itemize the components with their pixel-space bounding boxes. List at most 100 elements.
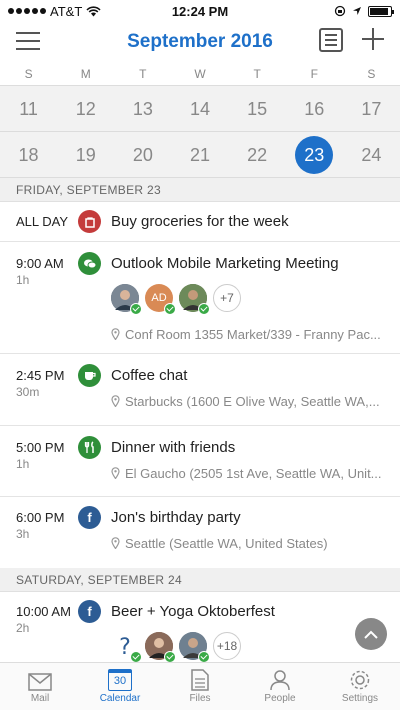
- weekday-header: S M T W T F S: [0, 62, 400, 86]
- day-cell[interactable]: 19: [57, 132, 114, 177]
- fork-knife-icon: [78, 436, 101, 459]
- chat-bubbles-icon: [78, 252, 101, 275]
- tab-label: Calendar: [99, 693, 141, 704]
- add-event-icon[interactable]: [360, 26, 386, 52]
- event-duration: 1h: [16, 457, 30, 471]
- day-cell[interactable]: 17: [343, 86, 400, 131]
- attendee-avatar[interactable]: ?: [111, 632, 142, 662]
- day-cell[interactable]: 20: [114, 132, 171, 177]
- tab-label: Files: [189, 693, 211, 704]
- tab-label: People: [264, 693, 296, 704]
- tab-files[interactable]: Files: [160, 663, 240, 710]
- rotation-lock-icon: [334, 5, 346, 17]
- tab-label: Settings: [341, 693, 379, 704]
- calendar-header: September 2016: [0, 22, 400, 62]
- weekday-label: S: [24, 67, 33, 81]
- selected-day-cell[interactable]: 23: [286, 132, 343, 177]
- more-attendees-badge[interactable]: +18: [213, 632, 241, 660]
- hamburger-menu-icon[interactable]: [16, 32, 40, 50]
- day-cell[interactable]: 14: [171, 86, 228, 131]
- attendee-list: AD +7: [111, 284, 241, 315]
- selected-day-label: 23: [295, 136, 334, 174]
- event-time: 2:45 PM: [16, 368, 65, 383]
- accepted-check-icon: [198, 651, 210, 662]
- day-cell[interactable]: 21: [171, 132, 228, 177]
- weekday-label: T: [253, 67, 261, 81]
- event-duration: 1h: [16, 273, 30, 287]
- agenda-event[interactable]: 2:45 PM 30m Coffee chat Starbucks (1600 …: [0, 354, 400, 426]
- event-location: El Gaucho (2505 1st Ave, Seattle WA, Uni…: [111, 466, 386, 481]
- battery-icon: [368, 5, 394, 17]
- wifi-icon: [86, 5, 101, 16]
- event-location-text: Conf Room 1355 Market/339 - Franny Pac..…: [125, 327, 381, 342]
- accepted-check-icon: [198, 303, 210, 315]
- tab-calendar[interactable]: 30 Calendar: [80, 663, 160, 710]
- weekday-label: W: [194, 67, 206, 81]
- facebook-icon: f: [78, 600, 101, 623]
- attendee-avatar[interactable]: AD: [145, 284, 176, 315]
- agenda-list[interactable]: FRIDAY, SEPTEMBER 23 ALL DAY Buy groceri…: [0, 178, 400, 662]
- day-cell[interactable]: 15: [229, 86, 286, 131]
- weekday-label: T: [139, 67, 147, 81]
- gear-icon: [320, 663, 400, 691]
- event-duration: 2h: [16, 621, 30, 635]
- tab-people[interactable]: People: [240, 663, 320, 710]
- agenda-event[interactable]: ALL DAY Buy groceries for the week: [0, 202, 400, 242]
- attendee-list: ? +18: [111, 632, 241, 662]
- person-icon: [240, 663, 320, 691]
- weekday-label: S: [367, 67, 376, 81]
- location-pin-icon: [111, 328, 120, 340]
- bag-icon: [78, 210, 101, 233]
- chevron-up-icon: [364, 630, 378, 639]
- tab-mail[interactable]: Mail: [0, 663, 80, 710]
- event-location: Seattle (Seattle WA, United States): [111, 536, 386, 551]
- file-icon: [160, 663, 240, 691]
- agenda-event[interactable]: 9:00 AM 1h Outlook Mobile Marketing Meet…: [0, 242, 400, 354]
- day-cell[interactable]: 12: [57, 86, 114, 131]
- attendee-avatar[interactable]: [179, 632, 210, 662]
- day-cell[interactable]: 16: [286, 86, 343, 131]
- event-time: 5:00 PM: [16, 440, 65, 455]
- day-cell[interactable]: 18: [0, 132, 57, 177]
- list-view-icon[interactable]: [319, 28, 343, 52]
- carrier-label: AT&T: [50, 3, 83, 19]
- event-time: 10:00 AM: [16, 604, 71, 619]
- status-right: [334, 5, 394, 17]
- agenda-event[interactable]: 6:00 PM 3h f Jon's birthday party Seattl…: [0, 497, 400, 568]
- event-location-text: Starbucks (1600 E Olive Way, Seattle WA,…: [125, 394, 380, 409]
- event-title: Buy groceries for the week: [111, 213, 289, 230]
- location-pin-icon: [111, 467, 120, 479]
- accepted-check-icon: [130, 651, 142, 662]
- event-duration: 30m: [16, 385, 40, 399]
- day-cell[interactable]: 22: [229, 132, 286, 177]
- status-bar: AT&T 12:24 PM: [0, 0, 400, 22]
- location-pin-icon: [111, 537, 120, 549]
- event-time: 9:00 AM: [16, 256, 64, 271]
- more-attendees-badge[interactable]: +7: [213, 284, 241, 312]
- event-title: Coffee chat: [111, 367, 188, 384]
- day-cell[interactable]: 24: [343, 132, 400, 177]
- accepted-check-icon: [164, 651, 176, 662]
- event-location-text: Seattle (Seattle WA, United States): [125, 536, 328, 551]
- agenda-event[interactable]: 10:00 AM 2h f Beer + Yoga Oktoberfest ? …: [0, 592, 400, 662]
- calendar-icon: 30: [80, 663, 160, 691]
- event-title: Outlook Mobile Marketing Meeting: [111, 255, 339, 272]
- attendee-avatar[interactable]: [111, 284, 142, 315]
- scroll-to-top-button[interactable]: [355, 618, 387, 650]
- calendar-day-number: 30: [108, 669, 132, 691]
- day-cell[interactable]: 13: [114, 86, 171, 131]
- attendee-avatar[interactable]: [145, 632, 176, 662]
- location-arrow-icon: [353, 7, 361, 15]
- day-cell[interactable]: 11: [0, 86, 57, 131]
- facebook-icon: f: [78, 506, 101, 529]
- tab-settings[interactable]: Settings: [320, 663, 400, 710]
- accepted-check-icon: [130, 303, 142, 315]
- envelope-icon: [0, 663, 80, 691]
- status-left: AT&T: [8, 4, 101, 19]
- attendee-avatar[interactable]: [179, 284, 210, 315]
- accepted-check-icon: [164, 303, 176, 315]
- attendee-initials: AD: [151, 292, 167, 304]
- agenda-event[interactable]: 5:00 PM 1h Dinner with friends El Gaucho…: [0, 426, 400, 497]
- agenda-date-header: SATURDAY, SEPTEMBER 24: [0, 568, 400, 592]
- event-location: Conf Room 1355 Market/339 - Franny Pac..…: [111, 327, 386, 342]
